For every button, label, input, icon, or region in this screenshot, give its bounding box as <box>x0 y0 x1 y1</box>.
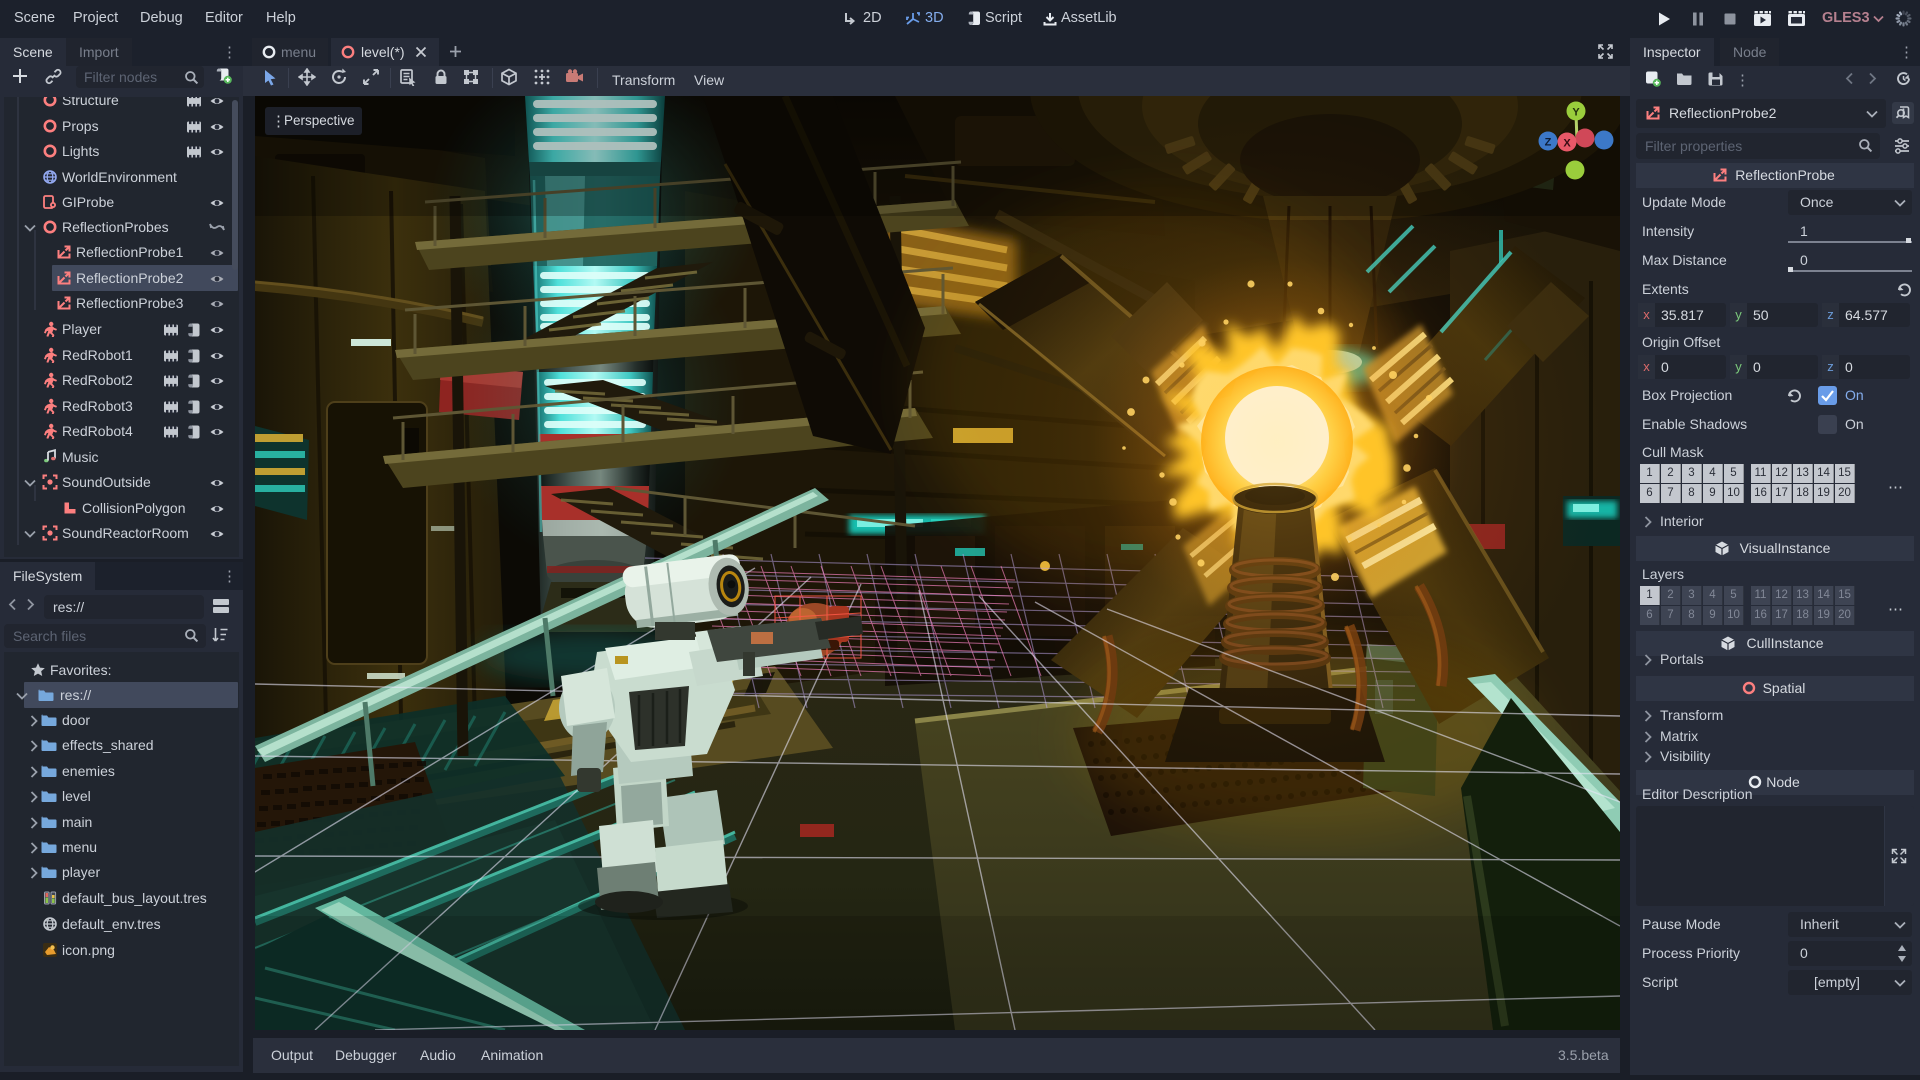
svg-text:X: X <box>1563 138 1571 150</box>
svg-text:Y: Y <box>1572 107 1580 119</box>
svg-text:Z: Z <box>1545 137 1552 149</box>
